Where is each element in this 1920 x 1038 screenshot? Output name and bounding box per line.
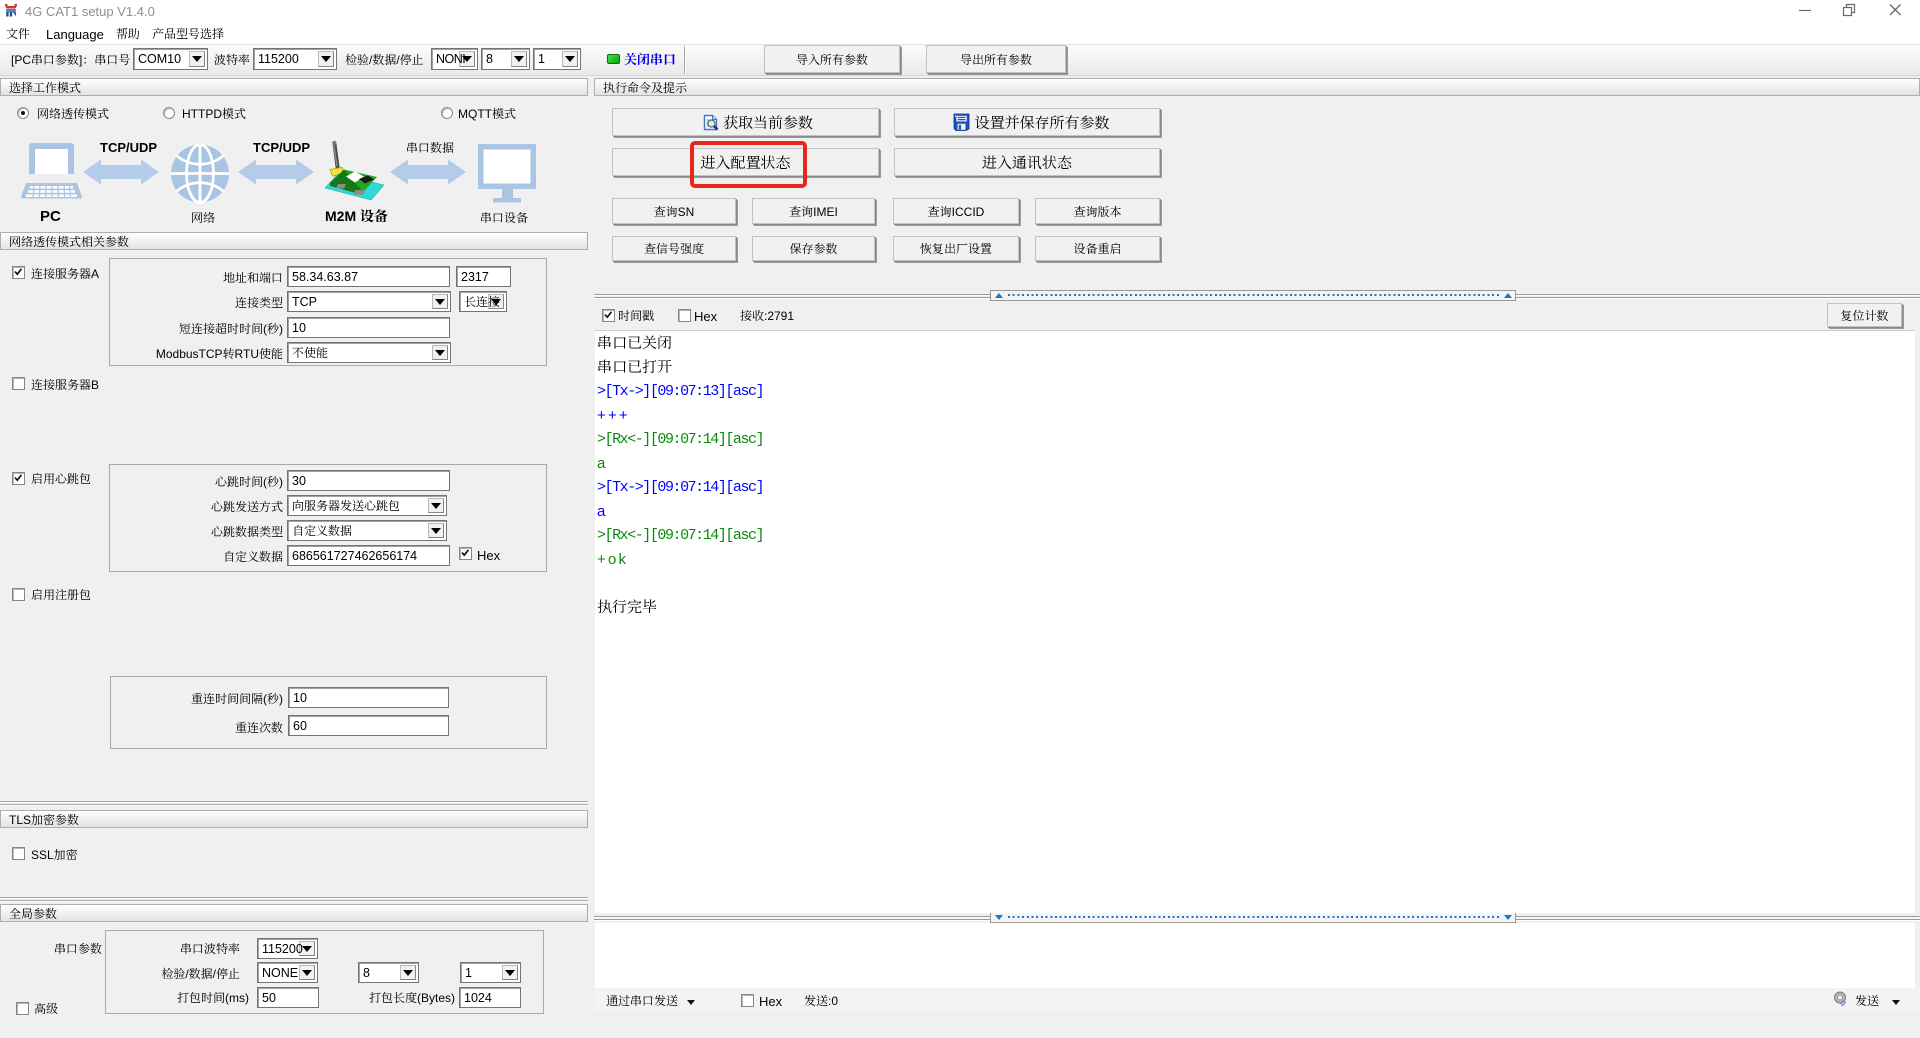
svg-text:PC: PC	[40, 208, 61, 225]
svg-text:网络: 网络	[191, 211, 215, 225]
svg-text:串口设备: 串口设备	[480, 211, 529, 225]
svg-text:M2M 设备: M2M 设备	[325, 208, 388, 224]
svg-text:TCP/UDP: TCP/UDP	[253, 140, 310, 155]
svg-text:串口数据: 串口数据	[406, 141, 454, 155]
svg-text:TCP/UDP: TCP/UDP	[100, 140, 157, 155]
